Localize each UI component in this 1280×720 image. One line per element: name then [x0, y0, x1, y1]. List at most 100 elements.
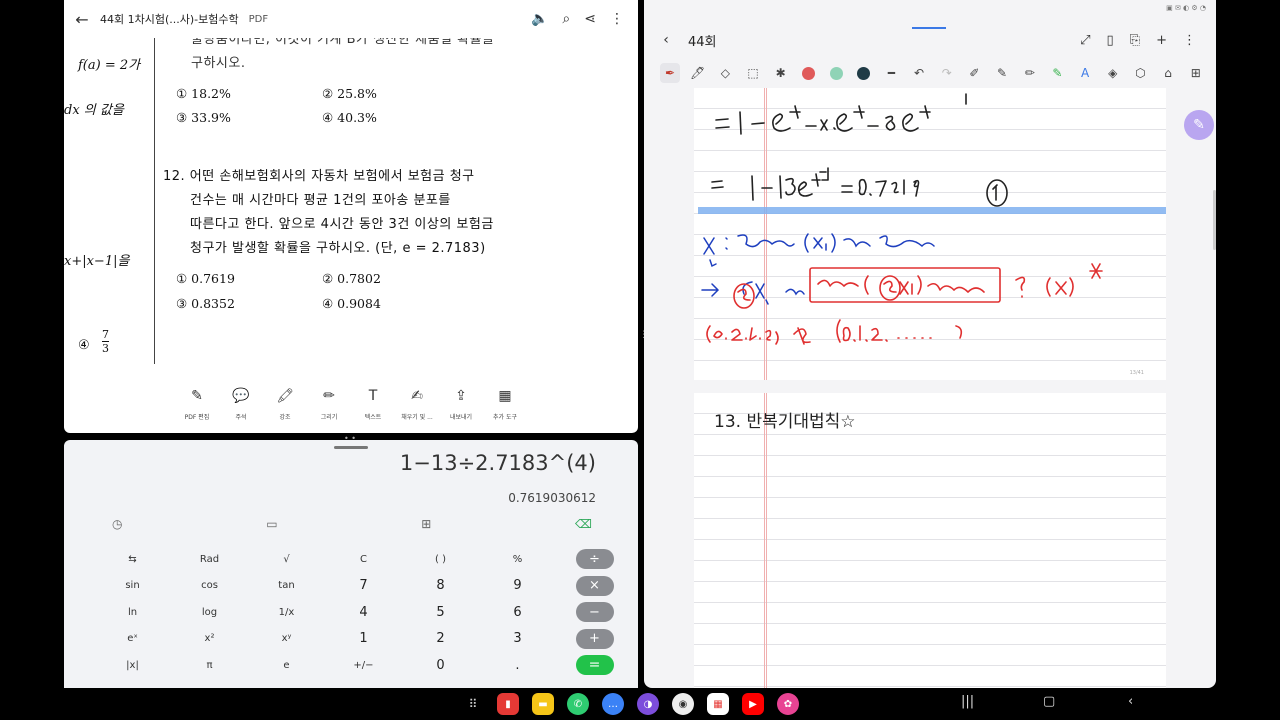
- more-menu-icon[interactable]: ⋮: [610, 11, 624, 27]
- function-button[interactable]: sin: [94, 573, 171, 600]
- color-red-swatch[interactable]: [798, 63, 818, 83]
- digit-button[interactable]: 9: [479, 573, 556, 600]
- function-button[interactable]: +/−: [325, 652, 402, 679]
- pdf-app-icon[interactable]: ▮: [497, 693, 519, 715]
- function-button[interactable]: ( ): [402, 546, 479, 573]
- calculator-expression[interactable]: 1−13÷2.7183^(4): [400, 451, 596, 475]
- function-button[interactable]: %: [479, 546, 556, 573]
- expand-icon[interactable]: ⤢: [1080, 33, 1090, 48]
- digit-button[interactable]: 7: [325, 573, 402, 600]
- function-button[interactable]: tan: [248, 573, 325, 600]
- digit-button[interactable]: 6: [479, 599, 556, 626]
- highlight-button[interactable]: 🖍 강조: [270, 388, 300, 433]
- operator-button[interactable]: ×: [556, 573, 633, 600]
- undo-icon[interactable]: ↶: [909, 63, 929, 83]
- shape-icon[interactable]: ✱: [771, 63, 791, 83]
- note-page[interactable]: 13. 반복기대법칙☆: [694, 393, 1166, 688]
- draw-button[interactable]: ✏ 그리기: [314, 388, 344, 433]
- video-icon[interactable]: ▶: [742, 693, 764, 715]
- equals-button[interactable]: =: [556, 652, 633, 679]
- lock-icon[interactable]: ⌂: [1158, 63, 1178, 83]
- recent-apps-icon[interactable]: |||: [961, 694, 974, 709]
- tag-icon[interactable]: ◈: [1103, 63, 1123, 83]
- pen-icon[interactable]: ✒: [660, 63, 680, 83]
- function-button[interactable]: Rad: [171, 546, 248, 573]
- more-menu-icon[interactable]: ⋮: [1183, 33, 1196, 48]
- add-icon[interactable]: +: [1156, 33, 1167, 48]
- redo-icon[interactable]: ↷: [937, 63, 957, 83]
- pen-preset-icon[interactable]: ✎: [992, 63, 1012, 83]
- function-button[interactable]: 1/x: [248, 599, 325, 626]
- messages-icon[interactable]: …: [602, 693, 624, 715]
- function-button[interactable]: C: [325, 546, 402, 573]
- color-mint-swatch[interactable]: [826, 63, 846, 83]
- function-button[interactable]: √: [248, 546, 325, 573]
- back-arrow-icon[interactable]: ←: [64, 10, 100, 29]
- drag-handle[interactable]: [334, 446, 368, 449]
- phone-icon[interactable]: ✆: [567, 693, 589, 715]
- digit-button[interactable]: 4: [325, 599, 402, 626]
- stroke-width-icon[interactable]: ━: [881, 63, 901, 83]
- operator-button[interactable]: ÷: [556, 546, 633, 573]
- digit-button[interactable]: 1: [325, 626, 402, 653]
- function-button[interactable]: cos: [171, 573, 248, 600]
- key-label: ×: [575, 575, 614, 596]
- eraser-icon[interactable]: ◇: [715, 63, 735, 83]
- split-view-handle[interactable]: ⋮: [639, 330, 648, 354]
- notes-app-icon[interactable]: ▬: [532, 693, 554, 715]
- gallery-icon[interactable]: ▦: [707, 693, 729, 715]
- back-icon[interactable]: ‹: [1128, 694, 1133, 709]
- scrollbar[interactable]: [1213, 190, 1216, 250]
- digit-button[interactable]: 5: [402, 599, 479, 626]
- share-icon[interactable]: ⋖: [584, 11, 596, 27]
- note-page[interactable]: 13/41: [694, 88, 1166, 380]
- all-apps-icon[interactable]: ⠿: [462, 693, 484, 715]
- more-tools-button[interactable]: ▦ 추가 도구: [490, 388, 520, 433]
- ruler-icon[interactable]: ▭: [266, 517, 277, 531]
- pdf-edit-button[interactable]: ✎ PDF 편집: [182, 388, 212, 433]
- lasso-select-icon[interactable]: ⬚: [743, 63, 763, 83]
- highlighter-green-icon[interactable]: ✎: [1047, 63, 1067, 83]
- converter-icon[interactable]: ⊞: [421, 517, 431, 531]
- highlighter-icon[interactable]: 🖊: [688, 63, 708, 83]
- read-aloud-icon[interactable]: 🔈: [531, 11, 548, 27]
- book-icon[interactable]: ▯: [1107, 33, 1114, 48]
- function-button[interactable]: eˣ: [94, 626, 171, 653]
- backspace-icon[interactable]: ⌫: [575, 517, 592, 531]
- text-button[interactable]: T 텍스트: [358, 388, 388, 433]
- history-icon[interactable]: ◷: [112, 517, 122, 531]
- camera-icon[interactable]: ◉: [672, 693, 694, 715]
- shapes-icon[interactable]: ⬡: [1130, 63, 1150, 83]
- search-icon[interactable]: ⌕: [562, 11, 570, 27]
- pdf-page[interactable]: f(a) = 2가 dx 의 값을 x+|x−1|을 ④ 7 3 불량품이라면,…: [64, 32, 638, 383]
- function-button[interactable]: e: [248, 652, 325, 679]
- function-button[interactable]: log: [171, 599, 248, 626]
- digit-button[interactable]: 0: [402, 652, 479, 679]
- home-icon[interactable]: ▢: [1043, 694, 1055, 709]
- handwriting-icon[interactable]: A: [1075, 63, 1095, 83]
- color-black-swatch[interactable]: [854, 63, 874, 83]
- export-button[interactable]: ⇪ 내보내기: [446, 388, 476, 433]
- function-button[interactable]: xʸ: [248, 626, 325, 653]
- function-button[interactable]: |x|: [94, 652, 171, 679]
- comment-button[interactable]: 💬 주석: [226, 388, 256, 433]
- flower-app-icon[interactable]: ✿: [777, 693, 799, 715]
- pen-preset-icon[interactable]: ✐: [964, 63, 984, 83]
- operator-button[interactable]: −: [556, 599, 633, 626]
- function-button[interactable]: ⇆: [94, 546, 171, 573]
- digit-button[interactable]: .: [479, 652, 556, 679]
- digit-button[interactable]: 8: [402, 573, 479, 600]
- operator-button[interactable]: +: [556, 626, 633, 653]
- back-chevron-icon[interactable]: ‹: [644, 32, 688, 48]
- function-button[interactable]: x²: [171, 626, 248, 653]
- pen-preset-icon[interactable]: ✏: [1020, 63, 1040, 83]
- internet-icon[interactable]: ◑: [637, 693, 659, 715]
- digit-button[interactable]: 2: [402, 626, 479, 653]
- floating-pen-icon[interactable]: ✎: [1184, 110, 1214, 140]
- fill-sign-button[interactable]: ✍ 채우기 및 ...: [401, 388, 433, 433]
- digit-button[interactable]: 3: [479, 626, 556, 653]
- function-button[interactable]: π: [171, 652, 248, 679]
- save-icon[interactable]: ⎘: [1130, 33, 1140, 48]
- grid-icon[interactable]: ⊞: [1186, 63, 1206, 83]
- function-button[interactable]: ln: [94, 599, 171, 626]
